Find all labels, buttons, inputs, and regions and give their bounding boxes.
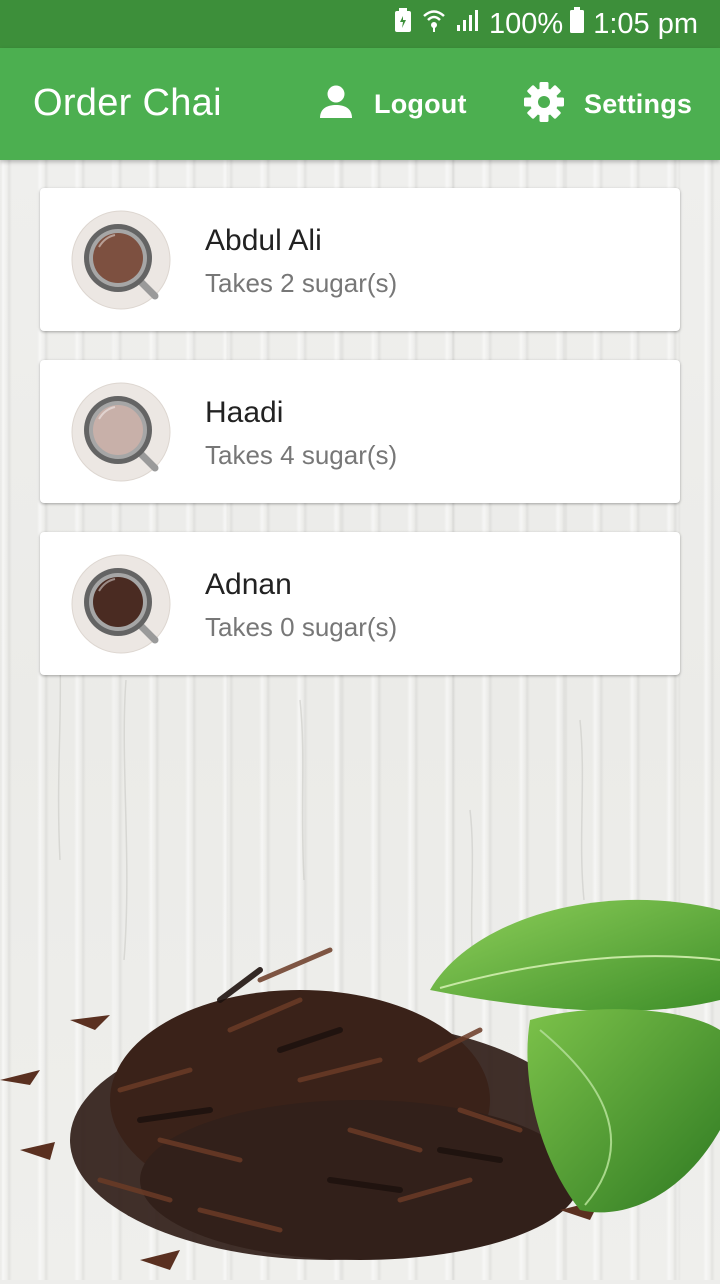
order-card-adnan[interactable]: Adnan Takes 0 sugar(s) <box>40 532 680 675</box>
wifi-icon <box>421 7 447 41</box>
tea-cup-icon <box>71 210 171 310</box>
settings-label: Settings <box>584 88 693 119</box>
order-name: Abdul Ali <box>205 224 322 257</box>
battery-saver-icon <box>393 7 413 41</box>
tea-cup-icon <box>71 554 171 654</box>
logout-label: Logout <box>374 88 467 119</box>
tea-leaves-image <box>0 880 720 1280</box>
order-card-abdul-ali[interactable]: Abdul Ali Takes 2 sugar(s) <box>40 188 680 331</box>
clock-time: 1:05 pm <box>593 7 698 40</box>
status-bar: 100% 1:05 pm <box>0 0 720 48</box>
settings-button[interactable]: Settings <box>522 78 692 130</box>
gear-icon <box>522 80 566 128</box>
app-bar: Order Chai Logout Settings <box>0 48 720 160</box>
order-sugar: Takes 0 sugar(s) <box>205 612 398 642</box>
order-sugar: Takes 4 sugar(s) <box>205 440 398 470</box>
person-icon <box>316 82 356 126</box>
battery-icon <box>569 6 585 42</box>
order-card-haadi[interactable]: Haadi Takes 4 sugar(s) <box>40 360 680 503</box>
battery-percent: 100% <box>489 7 564 40</box>
order-name: Haadi <box>205 396 284 429</box>
order-name: Adnan <box>205 568 292 601</box>
logout-button[interactable]: Logout <box>316 78 467 130</box>
signal-icon <box>455 7 481 41</box>
tea-cup-icon <box>71 382 171 482</box>
order-sugar: Takes 2 sugar(s) <box>205 268 398 298</box>
app-title: Order Chai <box>33 82 222 124</box>
